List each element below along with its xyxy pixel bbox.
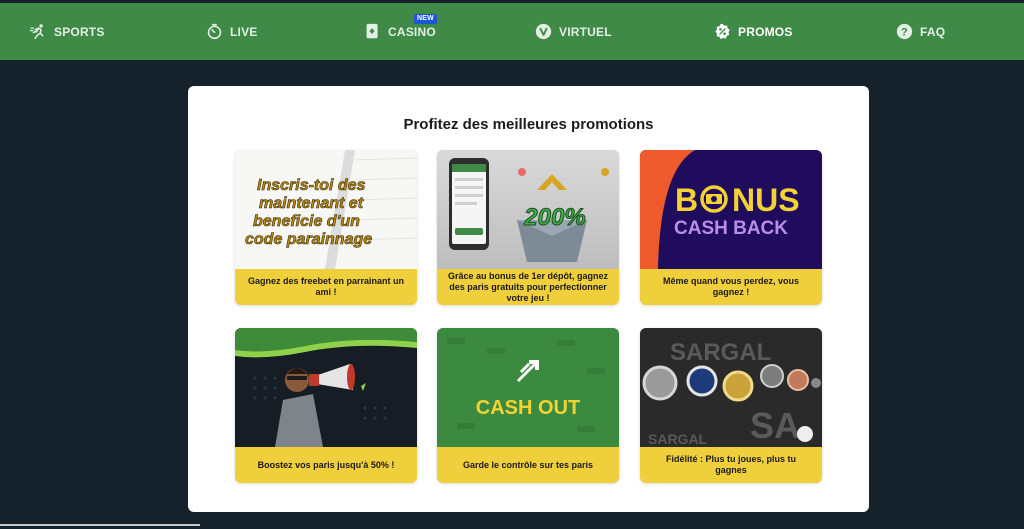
promo-image-referral: Inscris-toi des maintenant et beneficie …: [235, 150, 417, 269]
referral-line-3: beneficie d'un: [253, 213, 360, 230]
sargal-bg-text-3: SA: [750, 405, 800, 446]
svg-text:?: ?: [901, 26, 908, 38]
promo-image-fidelity: SARGAL SARGAL SA: [640, 328, 822, 447]
card-icon: [366, 23, 378, 39]
promo-caption: Même quand vous perdez, vous gagnez !: [662, 276, 800, 297]
nav-virtuel-label: VIRTUEL: [559, 24, 612, 39]
bottom-scroll-indicator: [0, 524, 200, 526]
running-icon: [30, 24, 44, 40]
top-navigation: SPORTS LIVE CASINO NEW VIRTUEL PROMOS ? …: [0, 3, 1024, 60]
promo-card-cashback[interactable]: B NUS CASH BACK Même quand vous perdez, …: [640, 150, 822, 305]
stopwatch-icon: [207, 23, 222, 40]
bonus-200-text: 200%: [523, 204, 585, 231]
new-badge: NEW: [414, 14, 437, 24]
promotions-panel: Profitez des meilleures promotions Inscr…: [188, 86, 869, 512]
nav-casino[interactable]: CASINO NEW: [364, 3, 437, 60]
promo-image-cashout: CASH OUT: [437, 328, 619, 447]
promo-card-first-deposit[interactable]: 200% Grâce au bonus de 1er dépôt, gagnez…: [437, 150, 619, 305]
promo-image-boost: [235, 328, 417, 447]
nav-faq[interactable]: ? FAQ: [896, 3, 945, 60]
page-title: Profitez des meilleures promotions: [403, 116, 654, 133]
question-icon: ?: [896, 23, 913, 40]
promo-card-referral[interactable]: Inscris-toi des maintenant et beneficie …: [235, 150, 417, 305]
nav-sports[interactable]: SPORTS: [30, 3, 105, 60]
bonus-letters-nus: NUS: [732, 182, 800, 218]
promo-caption: Garde le contrôle sur tes paris: [462, 459, 594, 470]
nav-casino-label: CASINO: [388, 24, 436, 39]
promo-card-fidelity[interactable]: SARGAL SARGAL SA Fidélité : Plus tu joue…: [640, 328, 822, 483]
promo-image-first-deposit: 200%: [437, 150, 619, 269]
promo-caption: Fidélité : Plus tu joues, plus tu gagnes: [665, 454, 796, 475]
nav-sports-label: SPORTS: [54, 24, 105, 39]
sargal-bg-text-2: SARGAL: [648, 431, 708, 447]
v-circle-icon: [535, 23, 552, 40]
nav-promos-label: PROMOS: [738, 24, 793, 39]
nav-virtuel[interactable]: VIRTUEL: [535, 3, 612, 60]
promo-card-boost[interactable]: Boostez vos paris jusqu'à 50% !: [235, 328, 417, 483]
referral-line-4: code parainnage: [245, 231, 372, 248]
nav-faq-label: FAQ: [920, 24, 946, 39]
promo-caption: Boostez vos paris jusqu'à 50% !: [257, 459, 395, 470]
bonus-letter-b: B: [675, 182, 698, 218]
cash-out-text: CASH OUT: [476, 397, 580, 419]
percent-icon: [715, 23, 730, 40]
promo-caption: Grâce au bonus de 1er dépôt, gagnez des …: [447, 270, 609, 303]
referral-line-1: Inscris-toi des: [257, 177, 366, 194]
sargal-bg-text-1: SARGAL: [670, 339, 771, 366]
cash-back-text: CASH BACK: [674, 218, 788, 239]
nav-promos[interactable]: PROMOS: [714, 3, 793, 60]
nav-live[interactable]: LIVE: [206, 3, 257, 60]
promo-image-cashback: B NUS CASH BACK: [640, 150, 822, 269]
promo-caption: Gagnez des freebet en parrainant un ami …: [247, 276, 405, 297]
referral-line-2: maintenant et: [259, 195, 364, 212]
promo-card-cashout[interactable]: CASH OUT Garde le contrôle sur tes paris: [437, 328, 619, 483]
nav-live-label: LIVE: [230, 24, 258, 39]
